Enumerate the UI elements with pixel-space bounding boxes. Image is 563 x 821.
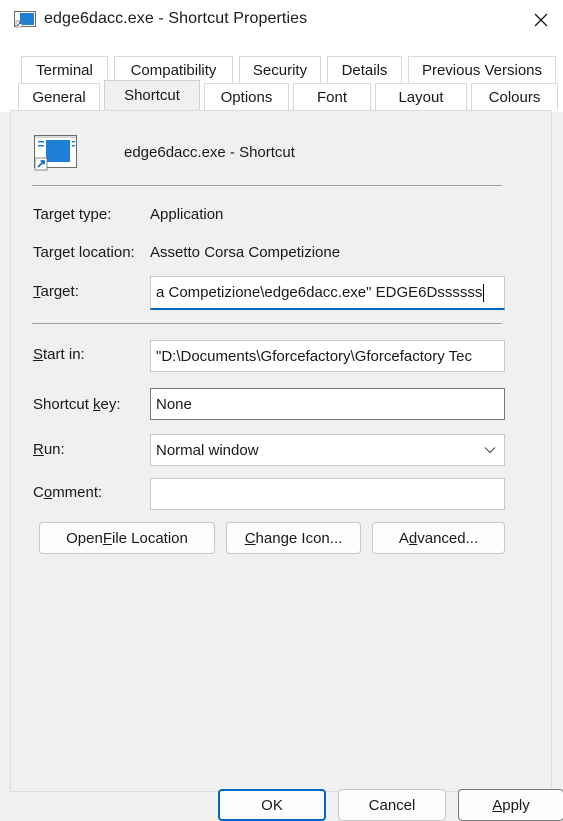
tab-label: Colours — [488, 88, 541, 106]
close-button[interactable] — [519, 0, 563, 40]
run-select-value: Normal window — [156, 441, 259, 459]
access-key: F — [102, 529, 112, 547]
comment-label: Comment: — [33, 484, 102, 501]
label-text: un: — [43, 441, 65, 458]
tab-options[interactable]: Options — [204, 83, 289, 110]
comment-input[interactable] — [150, 478, 505, 510]
label-text: mment: — [52, 484, 103, 501]
start-in-label: Start in: — [33, 346, 85, 363]
tab-strip: Terminal Compatibility Security Details … — [0, 40, 563, 112]
separator — [32, 323, 502, 324]
label-text: ey: — [100, 396, 121, 413]
shortcut-key-input[interactable]: None — [150, 388, 505, 420]
label-text: Shortcut — [33, 396, 94, 413]
shortcut-key-input-value: None — [156, 395, 192, 413]
tab-layout[interactable]: Layout — [375, 83, 467, 110]
tab-security[interactable]: Security — [239, 56, 321, 83]
tab-label: Layout — [398, 88, 444, 106]
cancel-button[interactable]: Cancel — [338, 789, 446, 821]
tab-shortcut[interactable]: Shortcut — [104, 80, 200, 110]
shortcut-file-icon — [34, 135, 77, 171]
access-key: o — [43, 484, 53, 501]
label-text: arget: — [40, 283, 79, 300]
tab-previous-versions[interactable]: Previous Versions — [408, 56, 556, 83]
access-key: d — [408, 529, 418, 547]
access-key: A — [492, 796, 503, 814]
tab-label: Details — [341, 61, 388, 79]
target-label: Target: — [33, 283, 79, 300]
text-caret — [483, 283, 485, 302]
button-text: ile Location — [111, 529, 188, 547]
tab-details[interactable]: Details — [327, 56, 402, 83]
ok-button[interactable]: OK — [218, 789, 326, 821]
button-text: OK — [261, 796, 283, 814]
button-text: hange Icon... — [255, 529, 343, 547]
tab-terminal[interactable]: Terminal — [21, 56, 108, 83]
target-type-value: Application — [150, 206, 224, 223]
target-input[interactable]: a Competizione\edge6dacc.exe" EDGE6Dssss… — [150, 276, 505, 310]
button-text: Open — [66, 529, 103, 547]
run-label: Run: — [33, 441, 65, 458]
tab-general[interactable]: General — [18, 83, 100, 110]
tab-label: Terminal — [36, 61, 93, 79]
apply-button[interactable]: Apply — [458, 789, 563, 821]
button-text: vanced... — [417, 529, 479, 547]
window-title: edge6dacc.exe - Shortcut Properties — [44, 10, 308, 27]
access-key: T — [33, 283, 41, 300]
run-select[interactable]: Normal window — [150, 434, 505, 466]
access-key: R — [33, 441, 44, 458]
advanced-button[interactable]: Ad vanced... — [372, 522, 505, 554]
change-icon-button[interactable]: Change Icon... — [226, 522, 361, 554]
title-bar: edge6dacc.exe - Shortcut Properties — [0, 0, 563, 40]
tab-label: Security — [252, 61, 308, 79]
button-text: A — [398, 529, 409, 547]
tab-colours[interactable]: Colours — [471, 83, 558, 110]
start-in-input[interactable]: "D:\Documents\Gforcefactory\Gforcefactor… — [150, 340, 505, 372]
button-text: Cancel — [368, 796, 416, 814]
target-location-label: Target location: — [33, 244, 135, 261]
open-file-location-button[interactable]: Open File Location — [39, 522, 215, 554]
target-location-value: Assetto Corsa Competizione — [150, 244, 341, 261]
access-key: k — [93, 396, 101, 413]
chevron-down-icon — [484, 447, 496, 454]
target-type-label: Target type: — [33, 206, 112, 223]
access-key: S — [33, 346, 44, 363]
shortcut-app-icon — [14, 11, 36, 28]
tab-label: Compatibility — [130, 61, 217, 79]
start-in-input-value: "D:\Documents\Gforcefactory\Gforcefactor… — [156, 347, 472, 365]
tab-label: Options — [220, 88, 273, 106]
target-input-value: a Competizione\edge6dacc.exe" EDGE6Dssss… — [156, 284, 483, 301]
tab-label: Font — [316, 88, 347, 106]
tab-label: Previous Versions — [421, 61, 543, 79]
shortcut-key-label: Shortcut key: — [33, 396, 121, 413]
shortcut-name: edge6dacc.exe - Shortcut — [124, 144, 295, 161]
tab-font[interactable]: Font — [293, 83, 371, 110]
access-key: C — [244, 529, 256, 547]
tab-label: General — [32, 88, 86, 106]
tab-compatibility[interactable]: Compatibility — [114, 56, 233, 83]
label-text: tart in: — [43, 346, 85, 363]
button-text: pply — [502, 796, 530, 814]
label-text: C — [33, 484, 44, 501]
close-icon — [534, 13, 548, 27]
tab-label: Shortcut — [124, 87, 180, 104]
separator — [32, 185, 502, 186]
